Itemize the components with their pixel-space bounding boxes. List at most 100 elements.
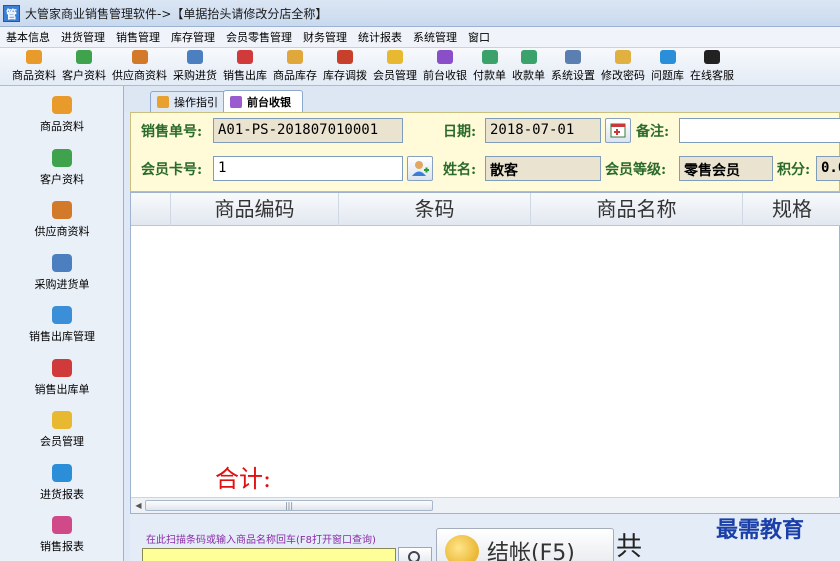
toolbar-label: 商品资料 [12,69,56,82]
sidebar-item-truck[interactable]: 采购进货单 [0,253,124,292]
toolbar-label: 客户资料 [62,69,106,82]
cashier-icon [230,95,242,108]
toolbar-button-key[interactable]: 修改密码 [601,48,645,83]
sidebar-item-label: 进货报表 [40,487,84,501]
toolbar-label: 会员管理 [373,69,417,82]
sidebar-item-label: 销售出库单 [34,382,90,396]
toolbar-button-qq[interactable]: 在线客服 [690,48,734,83]
member-card-field[interactable]: 1 [213,156,403,181]
name-label: 姓名: [443,162,477,178]
column-header-product-name[interactable]: 商品名称 [531,193,743,226]
toolbar-label: 采购进货 [173,69,217,82]
guide-icon [157,96,169,108]
menu-member-retail[interactable]: 会员零售管理 [220,29,297,45]
tab-front-cashier[interactable]: 前台收银 [223,90,303,112]
toolbar-button-member[interactable]: 会员管理 [373,48,417,83]
checkout-label: 结帐(F5) [487,540,575,561]
settings-icon [565,50,581,64]
people-icon [52,148,72,167]
item-grid[interactable]: 商品编码 条码 商品名称 规格 合计: ◀ ||| [130,192,840,514]
toolbar-button-truck[interactable]: 采购进货 [173,48,217,83]
truck-icon [52,253,72,272]
menu-finance[interactable]: 财务管理 [297,29,352,45]
toolbar-button-settings[interactable]: 系统设置 [551,48,595,83]
menu-bar: 基本信息 进货管理 销售管理 库存管理 会员零售管理 财务管理 统计报表 系统管… [0,27,840,48]
toolbar-button-payment[interactable]: 付款单 [473,48,506,83]
sidebar-item-pie-chart[interactable]: 进货报表 [0,463,124,502]
toolbar-label: 系统设置 [551,69,595,82]
note-field[interactable] [679,118,840,143]
search-button[interactable] [398,547,432,561]
menu-purchase[interactable]: 进货管理 [55,29,110,45]
transfer-icon [337,50,353,64]
toolbar-label: 库存调拨 [323,69,367,82]
box-icon [52,96,72,114]
title-bar: 管 大管家商业销售管理软件->【单据抬头请修改分店全称】 [0,0,840,27]
document-icon [52,306,72,324]
scroll-thumb[interactable]: ||| [145,500,433,511]
toolbar-label: 修改密码 [601,69,645,82]
menu-reports[interactable]: 统计报表 [352,29,407,45]
sidebar-item-label: 会员管理 [40,435,84,448]
receipt-icon [520,50,537,64]
note-label: 备注: [636,124,670,140]
total-label: 合计: [215,465,272,493]
menu-system[interactable]: 系统管理 [407,29,462,45]
sidebar-item-document[interactable]: 销售出库管理 [0,306,124,344]
sidebar-item-label: 采购进货单 [34,277,90,291]
stock-icon [287,50,303,64]
toolbar-button-box[interactable]: 商品资料 [12,48,56,83]
toolbar-button-help[interactable]: 问题库 [651,48,684,83]
toolbar-button-transfer[interactable]: 库存调拨 [323,48,367,83]
toolbar-label: 在线客服 [690,69,734,82]
box-icon [26,50,42,64]
toolbar-button-basket[interactable]: 销售出库 [223,48,267,83]
menu-basic-info[interactable]: 基本信息 [0,29,55,45]
sidebar-item-people[interactable]: 客户资料 [0,148,124,187]
tab-label: 前台收银 [247,95,291,109]
date-field[interactable]: 2018-07-01 [485,118,601,143]
calendar-button[interactable] [605,118,631,143]
scroll-left-icon[interactable]: ◀ [133,500,144,511]
sidebar-item-supplier[interactable]: 供应商资料 [0,201,124,239]
user-search-icon [412,161,429,176]
sale-no-field[interactable]: A01-PS-201807010001 [213,118,403,143]
toolbar-button-receipt[interactable]: 收款单 [512,48,545,83]
menu-sales[interactable]: 销售管理 [110,29,165,45]
calendar-icon [610,123,626,138]
toolbar-label: 销售出库 [223,69,267,82]
horizontal-scrollbar[interactable]: ◀ ||| [131,497,840,513]
sidebar-item-bar-chart[interactable]: 销售报表 [0,516,124,554]
watermark: 最需教育 [716,517,805,543]
sidebar: 商品资料客户资料供应商资料采购进货单销售出库管理销售出库单会员管理进货报表销售报… [0,86,124,561]
member-level-field[interactable]: 零售会员 [679,156,773,181]
toolbar-button-stock[interactable]: 商品库存 [273,48,317,83]
sidebar-item-basket[interactable]: 销售出库单 [0,358,124,397]
toolbar: 商品资料 客户资料 供应商资料 采购进货 销售出库 商品库存 库存调拨 会员管理 前台收银 付款单… [0,48,840,86]
toolbar-button-people[interactable]: 客户资料 [62,48,106,83]
scan-hint: 在此扫描条码或输入商品名称回车(F8打开窗口查询) [146,535,376,546]
grid-header: 商品编码 条码 商品名称 规格 [131,193,840,226]
sidebar-item-label: 客户资料 [40,172,84,186]
barcode-scan-input[interactable] [142,548,396,561]
menu-window[interactable]: 窗口 [462,29,495,45]
truck-icon [187,50,203,64]
column-header-barcode[interactable]: 条码 [339,193,531,226]
toolbar-button-cashier[interactable]: 前台收银 [423,48,467,83]
sidebar-item-box[interactable]: 商品资料 [0,96,124,134]
member-lookup-button[interactable] [407,156,433,181]
bar-chart-icon [52,516,72,534]
customer-name-field[interactable]: 散客 [485,156,601,181]
points-field[interactable]: 0.0 [816,156,840,181]
column-header-spec[interactable]: 规格 [743,193,840,226]
menu-inventory[interactable]: 库存管理 [165,29,220,45]
checkout-button[interactable]: 结帐(F5) [436,528,614,561]
payment-icon [481,50,498,64]
toolbar-button-supplier[interactable]: 供应商资料 [112,48,167,83]
app-icon: 管 [3,4,20,22]
sidebar-item-member[interactable]: 会员管理 [0,411,124,449]
toolbar-label: 供应商资料 [112,69,167,82]
search-icon [408,551,420,561]
basket-icon [52,358,72,377]
column-header-code[interactable]: 商品编码 [171,193,339,226]
